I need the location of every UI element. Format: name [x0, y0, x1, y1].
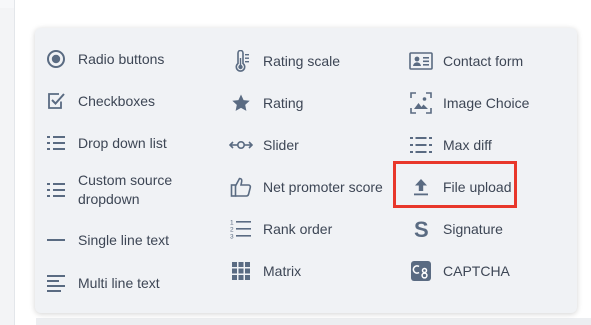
svg-text:1: 1: [230, 220, 234, 227]
question-type-menu: Radio buttons Checkboxes Drop down list …: [35, 28, 577, 313]
file-upload-highlight-box: [393, 161, 517, 208]
checkbox-icon: [44, 89, 68, 113]
menu-item-label: Contact form: [443, 52, 524, 69]
menu-item-contact-form[interactable]: Contact form: [400, 49, 577, 73]
captcha-icon: [409, 259, 433, 283]
image-choice-icon: [409, 91, 433, 115]
menu-item-rank-order[interactable]: 1 2 3 Rank order: [220, 217, 395, 241]
menu-item-multi-line-text[interactable]: Multi line text: [35, 271, 225, 295]
svg-text:2: 2: [230, 227, 234, 234]
menu-item-drop-down-list[interactable]: Drop down list: [35, 131, 225, 155]
signature-icon: S: [409, 217, 433, 241]
menu-item-max-diff[interactable]: Max diff: [400, 133, 577, 157]
slider-icon: [229, 133, 253, 157]
menu-item-label: Rating scale: [263, 52, 341, 69]
matrix-icon: [229, 259, 253, 283]
menu-item-net-promoter-score[interactable]: Net promoter score: [220, 175, 395, 199]
menu-item-checkboxes[interactable]: Checkboxes: [35, 89, 225, 113]
contact-card-icon: [409, 49, 433, 73]
menu-item-label: Checkboxes: [78, 92, 156, 109]
thumbs-up-icon: [229, 175, 253, 199]
menu-item-label: Rank order: [263, 220, 333, 237]
thermometer-icon: [229, 49, 253, 73]
menu-item-signature[interactable]: S Signature: [400, 217, 577, 241]
dropdown-list-icon: [44, 131, 68, 155]
svg-text:S: S: [414, 218, 429, 240]
menu-item-matrix[interactable]: Matrix: [220, 259, 395, 283]
menu-item-slider[interactable]: Slider: [220, 133, 395, 157]
menu-item-label: Custom source dropdown: [78, 172, 173, 207]
menu-item-label: Net promoter score: [263, 178, 383, 195]
menu-item-label: Radio buttons: [78, 50, 165, 67]
menu-item-custom-source-dropdown[interactable]: Custom source dropdown: [35, 171, 225, 209]
menu-item-rating[interactable]: Rating: [220, 91, 395, 115]
menu-item-rating-scale[interactable]: Rating scale: [220, 49, 395, 73]
menu-item-label: Signature: [443, 220, 503, 237]
menu-item-label: Single line text: [78, 231, 170, 248]
menu-item-captcha[interactable]: CAPTCHA: [400, 259, 577, 283]
menu-item-label: Rating: [263, 94, 304, 111]
menu-item-label: Multi line text: [78, 274, 160, 291]
menu-item-label: Slider: [263, 136, 299, 153]
menu-item-image-choice[interactable]: Image Choice: [400, 91, 577, 115]
menu-item-radio-buttons[interactable]: Radio buttons: [35, 47, 225, 71]
max-diff-icon: [409, 133, 433, 157]
multi-line-icon: [44, 271, 68, 295]
menu-item-label: Drop down list: [78, 134, 167, 151]
menu-item-label: Image Choice: [443, 94, 530, 111]
single-line-icon: [44, 228, 68, 252]
svg-text:3: 3: [230, 234, 234, 241]
star-icon: [229, 91, 253, 115]
menu-item-label: Matrix: [263, 262, 302, 279]
menu-item-label: CAPTCHA: [443, 262, 510, 279]
menu-item-single-line-text[interactable]: Single line text: [35, 228, 225, 252]
menu-item-label: Max diff: [443, 136, 492, 153]
custom-dropdown-icon: [44, 178, 68, 202]
radio-button-icon: [44, 47, 68, 71]
page-bottom-strip: [36, 318, 591, 325]
rank-order-icon: 1 2 3: [229, 217, 253, 241]
